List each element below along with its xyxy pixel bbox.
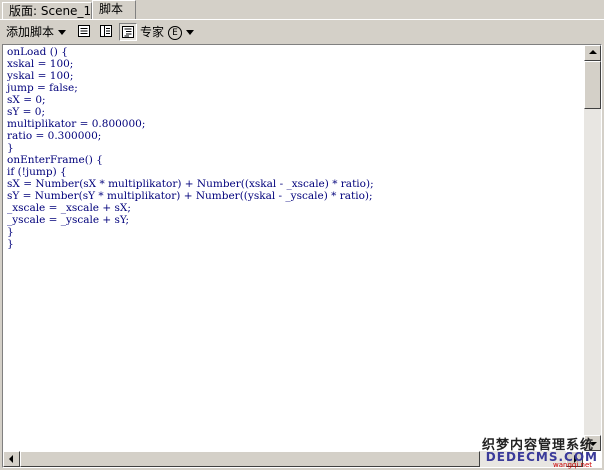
tab-script[interactable]: 脚本 [92, 0, 136, 20]
columns-icon [100, 25, 112, 37]
expert-dropdown-arrow-icon [186, 30, 195, 35]
scroll-left-button[interactable] [3, 451, 20, 467]
expert-label: 专家 [140, 25, 165, 39]
tab-bar: 版面: Scene_1 脚本 [0, 0, 604, 20]
dropdown-arrow-icon [58, 30, 67, 35]
split-mode-button[interactable] [98, 23, 116, 41]
script-view-button[interactable] [119, 23, 137, 41]
document-icon [78, 25, 90, 37]
script-editor: onLoad () { xskal = 100; yskal = 100; ju… [2, 44, 602, 468]
script-toolbar: 添加脚本 专家 E [0, 20, 604, 44]
add-script-menu[interactable]: 添加脚本 [6, 23, 67, 41]
tab-scene[interactable]: 版面: Scene_1 [2, 2, 92, 19]
arrow-left-icon [8, 455, 13, 463]
watermark-url: wangqi.net [553, 461, 592, 469]
arrow-up-icon [588, 50, 597, 54]
script-code[interactable]: onLoad () { xskal = 100; yskal = 100; ju… [5, 45, 581, 250]
site-watermark: 织梦内容管理系统 DEDECMS.COM wangqi.net [482, 434, 602, 469]
vertical-scrollbar[interactable] [584, 45, 601, 451]
horizontal-scroll-thumb[interactable] [20, 451, 480, 467]
normal-mode-button[interactable] [76, 23, 94, 41]
expert-mode-menu[interactable]: 专家 E [140, 23, 195, 41]
scroll-up-button[interactable] [584, 45, 601, 61]
expert-badge-icon: E [168, 25, 183, 40]
code-area[interactable]: onLoad () { xskal = 100; yskal = 100; ju… [5, 45, 581, 451]
script-list-icon [122, 26, 134, 38]
vertical-scroll-thumb[interactable] [584, 61, 601, 109]
add-script-label: 添加脚本 [6, 25, 55, 39]
